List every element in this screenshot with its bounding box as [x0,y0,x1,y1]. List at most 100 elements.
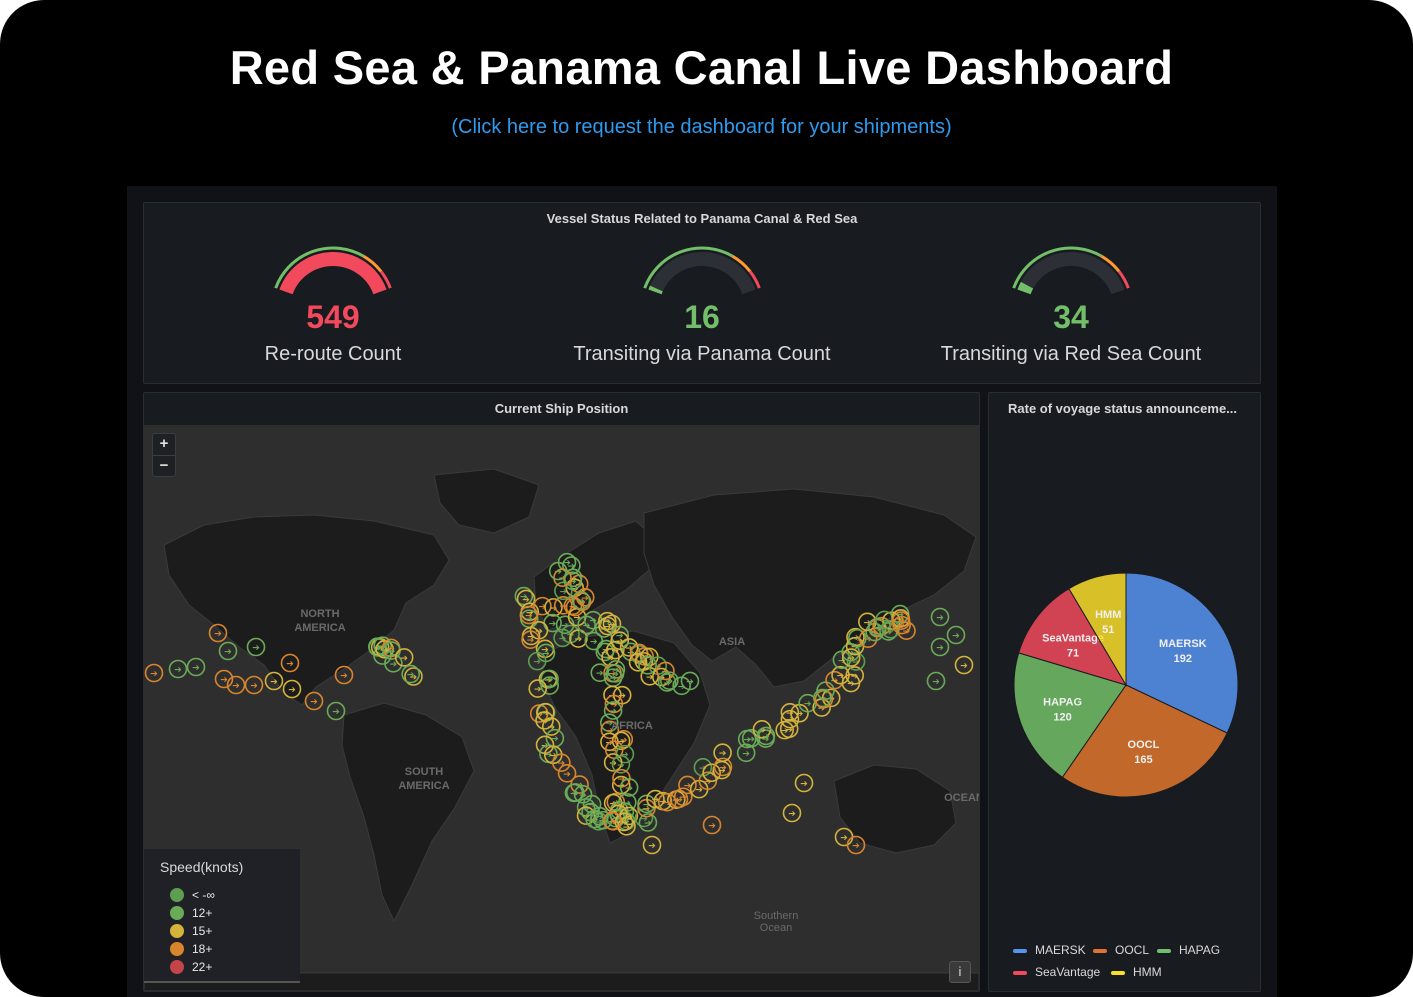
ship-heading-arrow: ➔ [800,779,808,789]
legend-label: HAPAG [1179,943,1221,957]
legend-swatch [1093,949,1107,953]
gauge-reroute-count: 549 Re-route Count [153,243,513,378]
ship-heading-arrow: ➔ [590,637,598,647]
ship-heading-arrow: ➔ [742,748,750,758]
ship-heading-arrow: ➔ [573,613,581,623]
ship-heading-arrow: ➔ [288,685,296,695]
ship-heading-arrow: ➔ [527,635,535,645]
pie-slice-value: 51 [1102,624,1114,636]
ship-heading-arrow: ➔ [332,707,340,717]
ship-heading-arrow: ➔ [625,783,633,793]
page-title: Red Sea & Panama Canal Live Dashboard [229,41,1174,94]
legend-label: 12+ [192,906,213,920]
legend-dot [170,960,184,974]
ship-heading-arrow: ➔ [747,734,755,744]
ship-heading-arrow: ➔ [525,611,533,621]
zoom-out-button[interactable]: − [153,456,175,477]
gauge-label: Transiting via Red Sea Count [940,343,1202,365]
asia-landmass [643,488,977,688]
pie-slice-value: 120 [1053,711,1071,723]
ship-heading-arrow: ➔ [546,681,554,691]
ship-heading-arrow: ➔ [932,677,940,687]
ship-position-panel-title: Current Ship Position [494,401,629,416]
ship-heading-arrow: ➔ [666,676,674,686]
ship-heading-arrow: ➔ [609,816,617,826]
ship-heading-arrow: ➔ [617,760,625,770]
ship-heading-arrow: ➔ [534,684,542,694]
ship-heading-arrow: ➔ [407,670,415,680]
greenland-landmass [433,468,540,534]
legend-label: MAERSK [1035,943,1086,957]
pie-slice-value: 165 [1134,754,1152,766]
map-label-ocean: OCEAN [944,792,979,804]
map-label-south: SOUTH [405,766,444,778]
pie-slice-value: 192 [1174,653,1192,665]
gauge-track [1017,252,1125,295]
ship-heading-arrow: ➔ [936,613,944,623]
map-label-africa: AFRICA [611,720,653,732]
ship-heading-arrow: ➔ [609,673,617,683]
gauge-panama-count: 16 Transiting via Panama Count [522,243,882,378]
map-label-north: NORTH [300,608,339,620]
ship-heading-arrow: ➔ [708,821,716,831]
ship-heading-arrow: ➔ [840,833,848,843]
legend-dot [170,942,184,956]
zoom-control: + − [152,433,176,477]
map-label-south-america: AMERICA [398,780,449,792]
screenshot-frame: Red Sea & Panama Canal Live Dashboard (C… [0,0,1413,997]
gauge-fill [1017,281,1034,295]
ship-heading-arrow: ➔ [686,676,694,686]
world-map[interactable]: ➔ ➔ ➔ ➔ ➔ ➔ ➔ ➔ ➔ ➔ ➔ ➔ ➔ ➔ ➔ ➔ ➔ ➔ ➔ ➔ ➔ ➔ ➔ ➔ ➔ ➔ ➔ ➔ ➔ ➔ ➔ ➔ ➔ ➔ ➔ ➔ ➔ ➔ ➔ ➔… [144,425,979,991]
gauge-fill [648,285,663,295]
ship-heading-arrow: ➔ [612,646,620,656]
pie-slice-label: SeaVantage [1042,633,1104,645]
ship-position-panel: Current Ship Position ➔ ➔ ➔ ➔ ➔ ➔ ➔ ➔ ➔ ➔ ➔ ➔ ➔ ➔ ➔ ➔ ➔ ➔… [143,392,980,992]
ship-heading-arrow: ➔ [310,697,318,707]
legend-label: 18+ [192,942,213,956]
ship-heading-arrow: ➔ [952,631,960,641]
pie-slice-value: 71 [1067,648,1079,660]
gauge-track [648,252,756,295]
legend-dot [170,906,184,920]
request-dashboard-link[interactable]: (Click here to request the dashboard for… [0,116,1403,139]
gauge-value: 34 [1053,299,1089,335]
map-label-america: AMERICA [294,622,345,634]
legend-dot [170,924,184,938]
ship-heading-arrow: ➔ [618,691,626,701]
ship-heading-arrow: ➔ [719,748,727,758]
gauge-value: 16 [684,299,720,335]
voyage-status-pie-panel: Rate of voyage status announceme... MAER… [988,392,1261,992]
gauge-value: 549 [306,299,360,335]
ship-heading-arrow: ➔ [554,567,562,577]
gauge-red-sea-count: 34 Transiting via Red Sea Count [891,243,1251,378]
pie-slice-label: MAERSK [1159,638,1207,650]
ship-heading-arrow: ➔ [804,699,812,709]
legend-swatch [1013,971,1027,975]
ship-heading-arrow: ➔ [936,643,944,653]
speed-legend: Speed(knots) < -∞ 12+ 15+ 18+ 22+ [144,849,300,983]
ship-heading-arrow: ➔ [577,596,585,606]
legend-dot [170,888,184,902]
map-label-southern: Southern [754,910,799,922]
ship-heading-arrow: ➔ [852,841,860,851]
gauge-label: Transiting via Panama Count [573,343,831,365]
gauge-fill [279,252,387,295]
ship-heading-arrow: ➔ [542,648,550,658]
ship-heading-arrow: ➔ [150,669,158,679]
legend-swatch [1013,949,1027,953]
ship-heading-arrow: ➔ [788,809,796,819]
map-label-ocean-south: Ocean [760,922,792,934]
ship-heading-arrow: ➔ [903,626,911,636]
zoom-in-button[interactable]: + [153,434,175,456]
map-info-button[interactable]: i [949,961,971,983]
ship-heading-arrow: ➔ [623,822,631,832]
pie-slice-label: OOCL [1128,739,1160,751]
europe-landmass [533,520,660,631]
ship-heading-arrow: ➔ [575,634,583,644]
ship-heading-arrow: ➔ [822,686,830,696]
legend-label: 15+ [192,924,213,938]
vessel-status-panel: Vessel Status Related to Panama Canal & … [143,202,1261,384]
ship-heading-arrow: ➔ [340,671,348,681]
ship-heading-arrow: ➔ [719,762,727,772]
map-label-asia: ASIA [719,636,745,648]
